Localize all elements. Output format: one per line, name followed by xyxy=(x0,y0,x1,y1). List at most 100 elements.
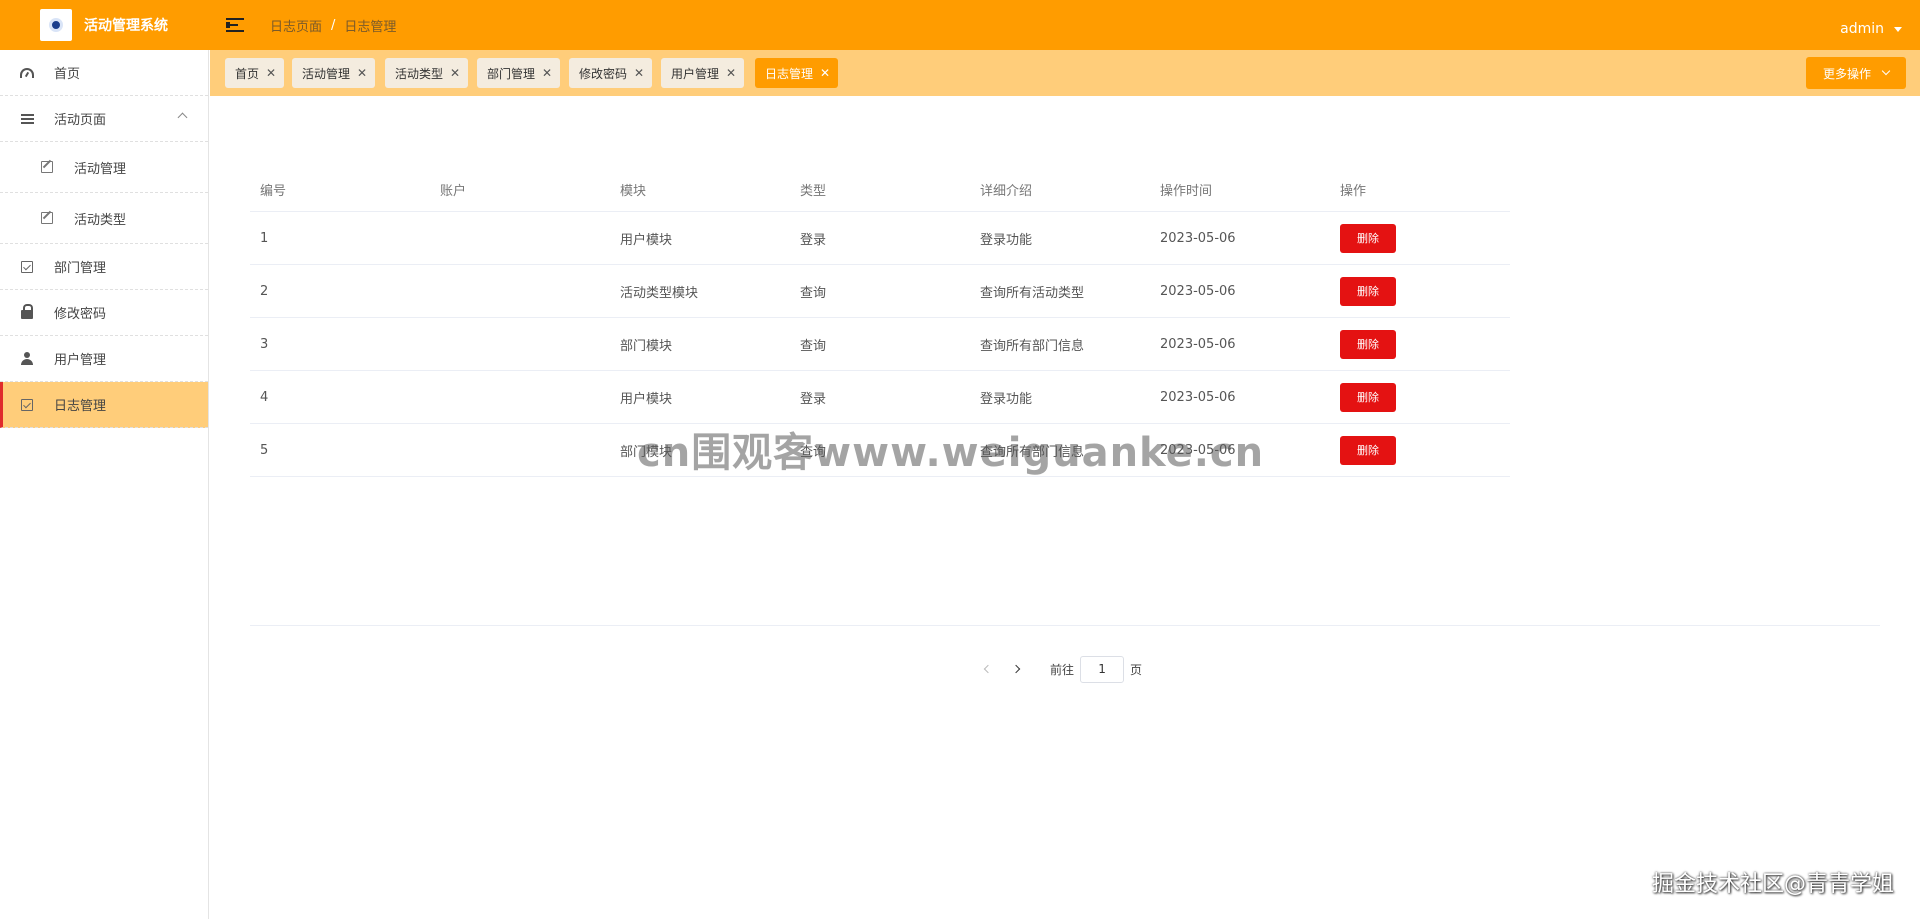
delete-button[interactable]: 删除 xyxy=(1340,276,1396,306)
sidebar-item-label: 部门管理 xyxy=(54,261,107,276)
tab-activity-type[interactable]: 活动类型 ✕ xyxy=(385,58,469,88)
edit-icon xyxy=(40,160,54,174)
cell-detail: 查询所有部门信息 xyxy=(980,338,1085,354)
checkbox-icon xyxy=(20,260,34,274)
breadcrumb-item-log-manage: 日志管理 xyxy=(344,19,397,35)
close-icon[interactable]: ✕ xyxy=(450,66,460,80)
cell-detail: 登录功能 xyxy=(980,232,1033,248)
sidebar-item-password[interactable]: 修改密码 xyxy=(0,290,208,336)
list-icon xyxy=(20,112,34,126)
delete-button[interactable]: 删除 xyxy=(1340,435,1396,465)
sidebar-item-label: 活动类型 xyxy=(74,212,127,228)
column-header: 详细介绍 xyxy=(980,184,1033,199)
cell-time: 2023-05-06 xyxy=(1160,336,1236,352)
sidebar-item-activity-manage[interactable]: 活动管理 xyxy=(0,142,208,193)
cell-time: 2023-05-06 xyxy=(1160,389,1236,405)
tab-activity-manage[interactable]: 活动管理 ✕ xyxy=(292,58,376,88)
cell-actions: 删除 xyxy=(1330,329,1510,359)
table-row: 4 用户模块 登录 登录功能 2023-05-06 删除 xyxy=(250,371,1510,424)
column-header: 操作时间 xyxy=(1160,184,1213,199)
lock-icon xyxy=(20,304,34,320)
more-actions-button[interactable]: 更多操作 xyxy=(1806,57,1906,89)
cell-time: 2023-05-06 xyxy=(1160,283,1236,299)
cell-id: 2 xyxy=(260,283,269,299)
breadcrumb-item-log-page[interactable]: 日志页面 xyxy=(270,16,322,35)
tab-label: 部门管理 xyxy=(487,66,536,81)
cell-type: 查询 xyxy=(800,285,827,301)
column-header: 类型 xyxy=(800,184,827,199)
column-header: 账户 xyxy=(440,184,467,199)
sidebar-item-label: 首页 xyxy=(54,67,81,82)
prev-page-icon[interactable] xyxy=(974,655,1002,683)
close-icon[interactable]: ✕ xyxy=(726,66,736,80)
cell-detail: 查询所有活动类型 xyxy=(980,285,1085,301)
top-header: 活动管理系统 日志页面 / 日志管理 admin xyxy=(0,0,1920,50)
caret-down-icon xyxy=(1894,26,1902,32)
cell-actions: 删除 xyxy=(1330,223,1510,253)
tab-label: 日志管理 xyxy=(765,66,814,81)
tab-label: 活动管理 xyxy=(302,66,351,81)
tab-label: 修改密码 xyxy=(579,66,628,81)
cell-id: 5 xyxy=(260,442,269,458)
chevron-down-icon xyxy=(1881,66,1891,76)
sidebar-item-logs[interactable]: 日志管理 xyxy=(0,382,208,428)
cell-module: 活动类型模块 xyxy=(620,285,699,301)
username: admin xyxy=(1840,21,1884,37)
user-menu[interactable]: admin xyxy=(1840,21,1902,37)
delete-button[interactable]: 删除 xyxy=(1340,329,1396,359)
tab-logs[interactable]: 日志管理 ✕ xyxy=(755,58,839,88)
tab-users[interactable]: 用户管理 ✕ xyxy=(661,58,745,88)
delete-button[interactable]: 删除 xyxy=(1340,382,1396,412)
cell-module: 部门模块 xyxy=(620,338,673,354)
tab-label: 首页 xyxy=(235,66,260,81)
tab-label: 活动类型 xyxy=(395,66,444,81)
column-header: 编号 xyxy=(260,184,287,199)
sidebar-item-activity-type[interactable]: 活动类型 xyxy=(0,193,208,244)
close-icon[interactable]: ✕ xyxy=(542,66,552,80)
edit-icon xyxy=(40,211,54,225)
app-logo xyxy=(40,9,72,41)
logo-area: 活动管理系统 xyxy=(0,0,208,50)
center-watermark: cn围观客www.weiguanke.cn xyxy=(637,430,1265,476)
cell-detail: 登录功能 xyxy=(980,391,1033,407)
tab-home[interactable]: 首页 ✕ xyxy=(225,58,285,88)
table-row: 1 用户模块 登录 登录功能 2023-05-06 删除 xyxy=(250,212,1510,265)
cell-id: 4 xyxy=(260,389,269,405)
goto-label: 前往 xyxy=(1050,662,1075,677)
page-suffix: 页 xyxy=(1130,662,1143,677)
cell-id: 1 xyxy=(260,230,269,246)
close-icon[interactable]: ✕ xyxy=(357,66,367,80)
sidebar: 首页 活动页面 活动管理 活动类型 部门管理 修改密码 用户管理 日志管理 xyxy=(0,50,209,919)
tab-department[interactable]: 部门管理 ✕ xyxy=(477,58,561,88)
sidebar-item-home[interactable]: 首页 xyxy=(0,50,208,96)
column-header: 模块 xyxy=(620,184,647,199)
content-divider xyxy=(250,625,1880,626)
sidebar-item-activity-page[interactable]: 活动页面 xyxy=(0,96,208,142)
close-icon[interactable]: ✕ xyxy=(634,66,644,80)
page-number-input[interactable] xyxy=(1080,655,1125,683)
tab-bar: 首页 ✕ 活动管理 ✕ 活动类型 ✕ 部门管理 ✕ 修改密码 ✕ 用户管理 ✕ 日志管理 ✕ … xyxy=(210,50,1920,96)
tab-password[interactable]: 修改密码 ✕ xyxy=(569,58,653,88)
close-icon[interactable]: ✕ xyxy=(266,66,276,80)
breadcrumb-separator: / xyxy=(331,17,336,33)
cell-module: 用户模块 xyxy=(620,232,673,248)
cell-time: 2023-05-06 xyxy=(1160,230,1236,246)
sidebar-item-label: 修改密码 xyxy=(54,307,107,322)
breadcrumb: 日志页面 / 日志管理 xyxy=(270,16,396,35)
cell-actions: 删除 xyxy=(1330,435,1510,465)
sidebar-item-department[interactable]: 部门管理 xyxy=(0,244,208,290)
cell-actions: 删除 xyxy=(1330,276,1510,306)
table-header: 编号 账户 模块 类型 详细介绍 操作时间 操作 xyxy=(250,168,1510,212)
chevron-up-icon xyxy=(177,112,188,123)
cell-module: 用户模块 xyxy=(620,391,673,407)
app-title: 活动管理系统 xyxy=(84,18,168,34)
close-icon[interactable]: ✕ xyxy=(820,66,830,80)
cell-actions: 删除 xyxy=(1330,382,1510,412)
next-page-icon[interactable] xyxy=(1002,655,1030,683)
table-row: 3 部门模块 查询 查询所有部门信息 2023-05-06 删除 xyxy=(250,318,1510,371)
delete-button[interactable]: 删除 xyxy=(1340,223,1396,253)
pagination: 前往 页 xyxy=(974,655,1142,683)
sidebar-item-users[interactable]: 用户管理 xyxy=(0,336,208,382)
sidebar-item-label: 日志管理 xyxy=(54,399,107,414)
sidebar-toggle-icon[interactable] xyxy=(226,18,244,32)
